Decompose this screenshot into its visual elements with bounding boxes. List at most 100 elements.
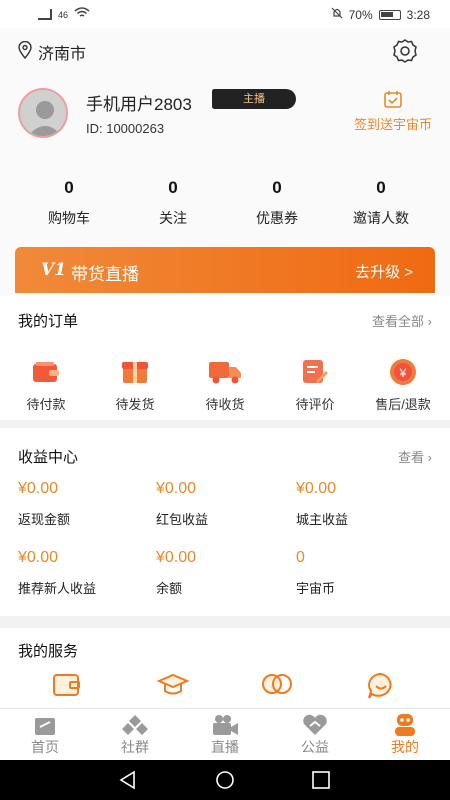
earning-label: 城主收益 xyxy=(296,512,349,527)
order-label: 待收货 xyxy=(205,397,245,412)
stat-invites[interactable]: 0 邀请人数 xyxy=(329,178,433,228)
orders-title: 我的订单 xyxy=(18,313,79,330)
vip-level-logo: V1 xyxy=(41,260,67,280)
system-navigation-bar xyxy=(0,760,450,800)
earning-redpacket[interactable]: ¥0.00 红包收益 xyxy=(156,480,296,528)
earning-label: 推荐新人收益 xyxy=(18,581,97,596)
order-pending-review[interactable]: 待评价 xyxy=(275,358,355,413)
earnings-title: 收益中心 xyxy=(18,449,79,466)
home-icon xyxy=(0,713,90,737)
network-type: 46 xyxy=(58,9,69,20)
smile-chat-icon[interactable] xyxy=(364,672,398,702)
earning-cityowner[interactable]: ¥0.00 城主收益 xyxy=(296,480,436,528)
earning-label: 返现金额 xyxy=(18,512,71,527)
stats-row: 0 购物车 0 关注 0 优惠券 0 邀请人数 xyxy=(0,178,450,228)
tab-label: 首页 xyxy=(31,739,59,755)
live-commerce-banner[interactable]: V1 带货直播 去升级 > xyxy=(15,247,435,293)
upgrade-link[interactable]: 去升级 > xyxy=(355,261,413,282)
chat-bubbles-icon[interactable] xyxy=(260,672,294,702)
location-selector[interactable]: 济南市 xyxy=(18,40,86,64)
order-refund[interactable]: ¥ 售后/退款 xyxy=(363,358,443,413)
stat-value: 0 xyxy=(272,178,282,197)
recents-icon[interactable] xyxy=(311,770,331,795)
earning-value: ¥0.00 xyxy=(296,480,337,497)
stat-cart[interactable]: 0 购物车 xyxy=(17,178,121,228)
video-camera-icon xyxy=(180,713,270,737)
review-icon xyxy=(275,358,355,386)
earning-value: ¥0.00 xyxy=(18,549,59,566)
back-icon[interactable] xyxy=(118,770,138,795)
tab-home[interactable]: 首页 xyxy=(0,709,90,760)
earnings-card: 收益中心 查看 › ¥0.00 返现金额 ¥0.00 红包收益 ¥0.00 城主… xyxy=(0,428,450,616)
home-button-icon[interactable] xyxy=(215,770,235,795)
tab-community[interactable]: 社群 xyxy=(90,709,180,760)
avatar[interactable] xyxy=(18,88,68,138)
earning-value: ¥0.00 xyxy=(156,480,197,497)
settings-gear-icon[interactable] xyxy=(392,38,418,69)
tab-label: 我的 xyxy=(391,739,419,755)
order-pending-payment[interactable]: 待付款 xyxy=(6,358,86,413)
stat-follow[interactable]: 0 关注 xyxy=(121,178,225,228)
view-all-label: 查看全部 xyxy=(372,314,425,329)
truck-icon xyxy=(185,358,265,386)
chevron-right-icon: › xyxy=(427,450,432,465)
earning-balance[interactable]: ¥0.00 余额 xyxy=(156,549,296,597)
tab-label: 直播 xyxy=(211,739,239,755)
order-label: 待发货 xyxy=(115,397,155,412)
stat-label: 关注 xyxy=(159,210,187,226)
stat-value: 0 xyxy=(376,178,386,197)
battery-percent: 70% xyxy=(348,7,373,22)
mute-icon xyxy=(331,7,343,22)
tab-live[interactable]: 直播 xyxy=(180,709,270,760)
earning-referral[interactable]: ¥0.00 推荐新人收益 xyxy=(18,549,158,597)
earning-label: 宇宙币 xyxy=(296,581,336,596)
stat-coupons[interactable]: 0 优惠券 xyxy=(225,178,329,228)
city-name: 济南市 xyxy=(38,46,87,63)
services-card: 我的服务 xyxy=(0,628,450,708)
wallet-icon xyxy=(6,358,86,386)
profile-icon xyxy=(360,713,450,737)
tab-charity[interactable]: 公益 xyxy=(270,709,360,760)
orders-card: 我的订单 查看全部 › 待付款 待发货 待收货 待评价 ¥ 售后/退款 xyxy=(0,296,450,420)
status-bar: 46 70% 3:28 xyxy=(0,0,450,28)
charity-icon xyxy=(270,713,360,737)
refund-icon: ¥ xyxy=(363,358,443,386)
checkin-button[interactable]: 签到送宇宙币 xyxy=(354,90,432,133)
role-badge: 主播 xyxy=(212,89,296,109)
tab-label: 社群 xyxy=(121,739,149,755)
order-label: 待评价 xyxy=(295,397,335,412)
order-pending-shipment[interactable]: 待发货 xyxy=(95,358,175,413)
wallet-service-icon[interactable] xyxy=(50,672,84,702)
view-label: 查看 xyxy=(398,450,425,465)
order-label: 待付款 xyxy=(26,397,66,412)
tab-mine[interactable]: 我的 xyxy=(360,709,450,760)
order-pending-receipt[interactable]: 待收货 xyxy=(185,358,265,413)
checkin-label: 签到送宇宙币 xyxy=(353,117,432,132)
earning-label: 红包收益 xyxy=(156,512,209,527)
earning-cashback[interactable]: ¥0.00 返现金额 xyxy=(18,480,158,528)
earning-value: 0 xyxy=(296,549,305,566)
username: 手机用户2803 xyxy=(86,95,192,114)
stat-label: 购物车 xyxy=(48,210,90,226)
stat-value: 0 xyxy=(168,178,178,197)
calendar-check-icon xyxy=(354,90,432,108)
bottom-tab-bar: 首页 社群 直播 公益 我的 xyxy=(0,708,450,760)
earning-coins[interactable]: 0 宇宙币 xyxy=(296,549,436,597)
location-pin-icon xyxy=(18,40,32,64)
graduation-cap-icon[interactable] xyxy=(156,672,190,702)
stat-label: 邀请人数 xyxy=(353,210,409,226)
earning-value: ¥0.00 xyxy=(18,480,59,497)
user-id: ID: 10000263 xyxy=(86,121,165,136)
stat-label: 优惠券 xyxy=(256,210,298,226)
stat-value: 0 xyxy=(64,178,74,197)
clock: 3:28 xyxy=(406,7,430,22)
earning-value: ¥0.00 xyxy=(156,549,197,566)
view-earnings-link[interactable]: 查看 › xyxy=(398,447,432,466)
battery-icon xyxy=(378,9,401,20)
community-icon xyxy=(90,713,180,737)
view-all-orders-link[interactable]: 查看全部 › xyxy=(372,311,432,330)
svg-text:¥: ¥ xyxy=(399,366,407,380)
tab-label: 公益 xyxy=(301,739,329,755)
signal-icon xyxy=(38,9,52,20)
chevron-right-icon: › xyxy=(427,314,432,329)
